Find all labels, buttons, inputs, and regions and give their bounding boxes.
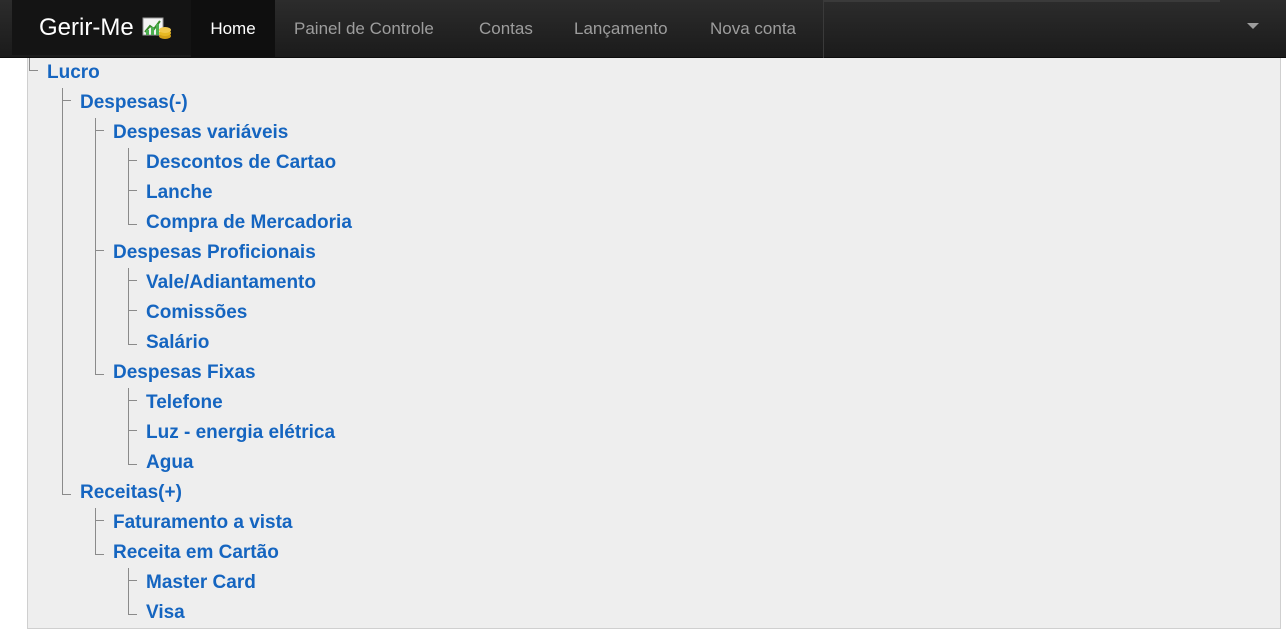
nav-home[interactable]: Home: [191, 0, 275, 58]
tree-node-luz-energia-eletrica[interactable]: Luz - energia elétrica: [146, 422, 335, 444]
tree-node-receita-em-cartao[interactable]: Receita em Cartão: [113, 542, 279, 564]
tree-node-vale-adiantamento[interactable]: Vale/Adiantamento: [146, 272, 316, 294]
nav-lancamento[interactable]: Lançamento: [574, 0, 668, 58]
brand-logo[interactable]: Gerir-Me: [12, 0, 191, 55]
tree-node-compra-de-mercadoria[interactable]: Compra de Mercadoria: [146, 212, 352, 234]
tree-node-telefone[interactable]: Telefone: [146, 392, 223, 414]
nav-nova-conta[interactable]: Nova conta: [710, 0, 796, 58]
tree-node-agua[interactable]: Agua: [146, 452, 194, 474]
tree-node-receitas[interactable]: Receitas(+): [80, 482, 182, 504]
tree-node-salario[interactable]: Salário: [146, 332, 209, 354]
tree-node-master-card[interactable]: Master Card: [146, 572, 256, 594]
tree-node-despesas-proficionais[interactable]: Despesas Proficionais: [113, 242, 316, 264]
tree-node-faturamento-a-vista[interactable]: Faturamento a vista: [113, 512, 293, 534]
tree-node-lanche[interactable]: Lanche: [146, 182, 213, 204]
chart-money-icon: [142, 15, 172, 41]
nav-painel-de-controle[interactable]: Painel de Controle: [294, 0, 434, 58]
navbar-right-area: [823, 0, 1220, 58]
caret-down-icon: [1247, 23, 1259, 29]
tree-node-descontos-de-cartao[interactable]: Descontos de Cartao: [146, 152, 336, 174]
tree-node-comissoes[interactable]: Comissões: [146, 302, 247, 324]
top-navbar: Gerir-Me Home Painel de Controle Contas …: [0, 0, 1286, 58]
navbar-dropdown-toggle[interactable]: [1220, 0, 1286, 58]
tree-node-despesas-variaveis[interactable]: Despesas variáveis: [113, 122, 288, 144]
tree-node-visa[interactable]: Visa: [146, 602, 185, 624]
tree-node-lucro[interactable]: Lucro: [47, 62, 100, 84]
nav-contas[interactable]: Contas: [479, 0, 533, 58]
brand-name: Gerir-Me: [39, 13, 134, 41]
accounts-tree-panel: Lucro Despesas(-) Despesas variáveis Des…: [27, 58, 1281, 629]
tree-node-despesas[interactable]: Despesas(-): [80, 92, 188, 114]
tree-node-despesas-fixas[interactable]: Despesas Fixas: [113, 362, 256, 384]
